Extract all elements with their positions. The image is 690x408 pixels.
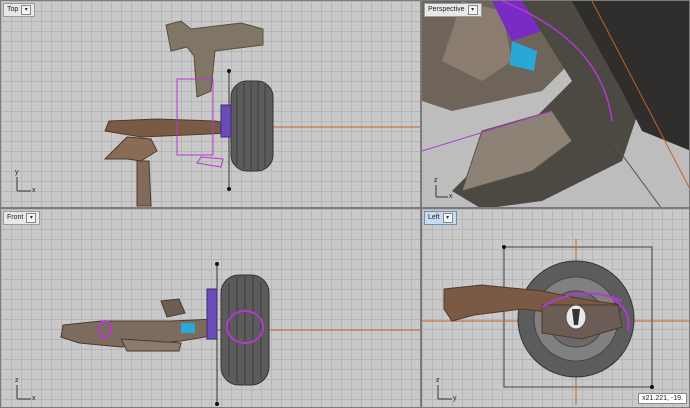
frame-arm-part [104,118,230,138]
viewport-perspective-label: Perspective [428,6,465,13]
viewport-menu-dropdown-icon[interactable]: ▾ [26,213,37,223]
strut-part [206,288,218,340]
axis-label-z: z [434,177,438,184]
viewport-front-tab[interactable]: Front ▾ [3,211,41,225]
rhino-workspace: Top ▾ x y Perspective ▾ x z Front ▾ x z … [0,0,690,408]
hub-part [220,104,232,138]
axis-label-x: x [32,395,36,402]
axis-label-z: z [436,377,440,384]
viewport-left-tab[interactable]: Left ▾ [424,211,457,225]
viewport-menu-dropdown-icon[interactable]: ▾ [21,5,32,15]
selection-curve [196,156,224,168]
left-view-drawing [422,239,689,405]
viewport-left-label: Left [428,214,440,221]
coordinate-readout: x21.221, -19. [638,393,687,404]
viewport-front[interactable]: Front ▾ x z [0,208,421,408]
lower-post-part [136,160,152,207]
viewport-left[interactable]: Left ▾ y z x21.221, -19. [421,208,690,408]
blue-bolt [181,323,195,333]
viewport-top-tab[interactable]: Top ▾ [3,3,36,17]
viewport-menu-dropdown-icon[interactable]: ▾ [467,5,478,15]
viewport-top-label: Top [7,6,19,13]
viewport-menu-dropdown-icon[interactable]: ▾ [442,213,453,223]
viewport-perspective[interactable]: Perspective ▾ x z [421,0,690,208]
bracket-part [103,136,158,162]
viewport-top[interactable]: Top ▾ x y [0,0,421,208]
axis-label-y: y [15,169,19,176]
front-view-drawing [16,262,420,406]
viewport-front-label: Front [7,214,24,221]
perspective-view-drawing [422,1,689,207]
viewport-perspective-tab[interactable]: Perspective ▾ [424,3,482,17]
axis-label-z: z [15,377,19,384]
axis-label-x: x [32,187,36,194]
axis-label-y: y [453,395,457,402]
axis-label-x: x [449,193,453,200]
top-view-drawing [16,20,420,207]
